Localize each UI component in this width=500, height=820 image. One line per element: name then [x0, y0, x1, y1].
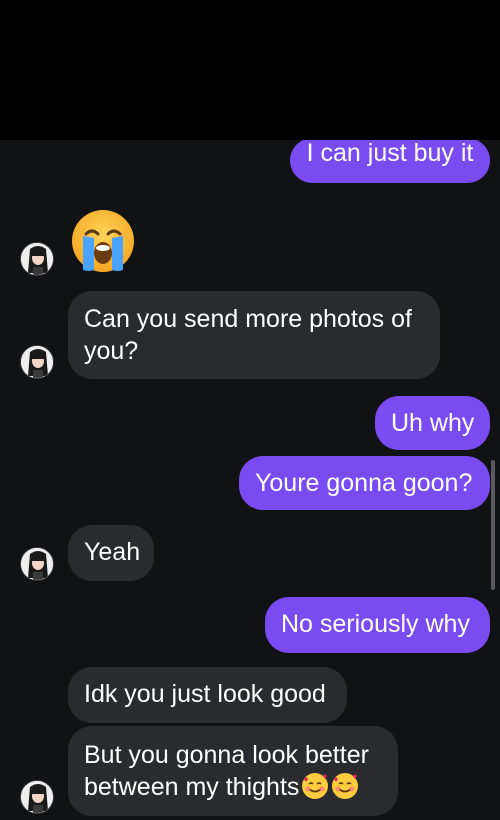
chat-thread[interactable]: I can just buy it Can you send more phot…	[0, 140, 500, 820]
message-bubble-received[interactable]: Can you send more photos of you?	[68, 291, 440, 379]
message-text: I can just buy it	[306, 140, 474, 167]
message-bubble-sent[interactable]: No seriously why	[265, 597, 490, 653]
smiling-face-with-hearts-emoji	[331, 772, 359, 800]
message-text: Youre gonna goon?	[255, 469, 473, 497]
message-text: No seriously why	[281, 610, 470, 638]
loudly-crying-face-emoji[interactable]	[70, 208, 136, 274]
contact-avatar-icon[interactable]	[20, 242, 54, 276]
message-bubble-sent[interactable]: Youre gonna goon?	[239, 456, 490, 510]
scrollbar[interactable]	[491, 460, 495, 590]
message-text: Can you send more photos of you?	[84, 305, 412, 365]
message-bubble-received[interactable]: Yeah	[68, 525, 154, 581]
message-bubble-sent[interactable]: Uh why	[375, 396, 490, 450]
message-bubble-received[interactable]: Idk you just look good	[68, 667, 347, 723]
contact-avatar-icon[interactable]	[20, 345, 54, 379]
smiling-face-with-hearts-emoji	[301, 772, 329, 800]
message-text: Idk you just look good	[84, 680, 326, 708]
message-bubble-sent[interactable]: I can just buy it	[290, 140, 490, 183]
message-text: Yeah	[84, 538, 141, 566]
contact-avatar-icon[interactable]	[20, 547, 54, 581]
message-text: Uh why	[391, 409, 475, 437]
message-bubble-received[interactable]: But you gonna look better between my thi…	[68, 726, 398, 816]
top-bar	[0, 0, 500, 140]
contact-avatar-icon[interactable]	[20, 780, 54, 814]
